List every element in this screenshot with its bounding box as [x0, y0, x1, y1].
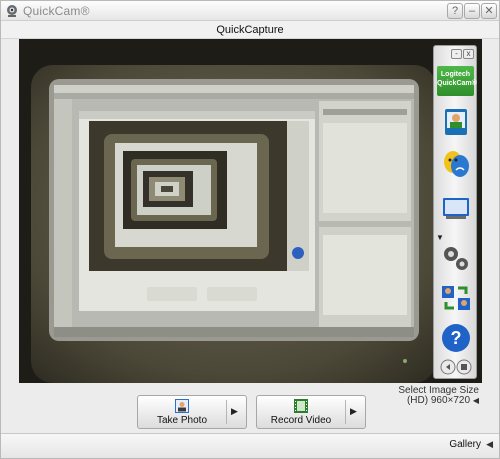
gallery-bar[interactable]: Gallery ◀	[1, 433, 499, 458]
image-size-arrow-icon: ◀	[472, 396, 479, 405]
quickcam-side-panel: - x Logitech QuickCam® ▼ ?	[433, 45, 477, 379]
quickcam-window: QuickCam® ? – ✕ QuickCapture - x Logitec…	[0, 0, 500, 459]
logo-line-1: Logitech	[440, 71, 471, 78]
screen-icon[interactable]	[440, 192, 472, 224]
webcam-icon	[7, 5, 17, 17]
video-effects-icon[interactable]	[440, 106, 472, 138]
record-video-button[interactable]: Record Video ▶	[256, 395, 366, 429]
panel-minimize-button[interactable]: -	[451, 49, 462, 59]
image-size-value: (HD) 960×720	[406, 395, 471, 406]
title-bar[interactable]: QuickCam® ? – ✕	[1, 1, 499, 21]
section-title: QuickCapture	[1, 21, 499, 39]
expand-arrow-icon[interactable]: ▼	[436, 233, 444, 242]
preview-image	[19, 39, 482, 383]
take-photo-button[interactable]: Take Photo ▶	[137, 395, 247, 429]
take-photo-arrow-icon[interactable]: ▶	[231, 406, 238, 417]
take-photo-divider	[226, 400, 227, 424]
gallery-arrow-icon[interactable]: ◀	[486, 439, 493, 450]
window-title: QuickCam®	[23, 4, 90, 18]
minimize-button[interactable]: –	[464, 3, 480, 19]
help-icon[interactable]: ?	[440, 322, 472, 354]
panel-close-button[interactable]: x	[463, 49, 474, 59]
bottom-buttons-icon[interactable]	[440, 358, 472, 376]
theater-masks-icon[interactable]	[440, 148, 472, 180]
record-video-arrow-icon[interactable]: ▶	[350, 406, 357, 417]
record-video-divider	[345, 400, 346, 424]
svg-text:?: ?	[451, 328, 462, 348]
gallery-label: Gallery	[449, 439, 481, 450]
gears-icon[interactable]	[440, 242, 472, 274]
logitech-logo: Logitech QuickCam®	[437, 66, 477, 96]
record-video-label: Record Video	[270, 415, 332, 426]
logo-line-2: QuickCam®	[437, 80, 477, 87]
camera-preview[interactable]: - x Logitech QuickCam® ▼ ?	[19, 39, 482, 383]
close-button[interactable]: ✕	[481, 3, 497, 19]
take-photo-label: Take Photo	[156, 415, 208, 426]
image-size-selector[interactable]: (HD) 960×720 ◀	[407, 395, 479, 406]
film-icon	[294, 399, 308, 413]
people-sync-icon[interactable]	[440, 282, 472, 314]
help-button[interactable]: ?	[447, 3, 463, 19]
photo-icon	[175, 399, 189, 413]
